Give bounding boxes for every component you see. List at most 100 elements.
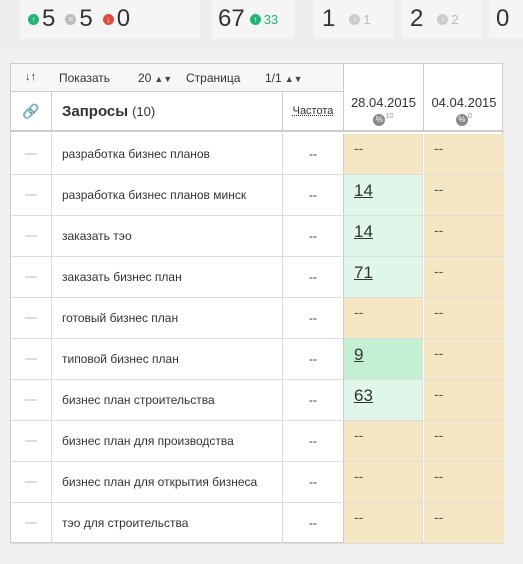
position-value: -- <box>354 140 364 156</box>
position-value: -- <box>434 222 444 238</box>
row-marker <box>11 503 52 543</box>
position-cell: 63 <box>344 380 423 420</box>
top-card-2: 2 ↑ 2 <box>402 0 482 38</box>
dash-icon <box>25 440 37 442</box>
card3-value: 1 <box>322 5 336 32</box>
badge-value: 10 <box>385 111 394 120</box>
table-row: готовый бизнес план -- -- -- <box>11 298 504 339</box>
position-cell: -- <box>424 380 504 420</box>
link-icon: 🔗 <box>22 102 40 119</box>
select-arrows-icon: ▲▼ <box>284 74 303 84</box>
stats-bar: ↑ 5 = 5 ↓ 0 67 ↑ 33 1 ↑ 1 2 ↑ 2 0 <box>0 0 523 48</box>
queries-count: (10) <box>132 103 156 119</box>
position-cell: -- <box>424 298 504 338</box>
position-link[interactable]: 14 <box>354 181 373 200</box>
dash-icon <box>25 153 37 155</box>
dash-icon <box>25 317 37 319</box>
position-cell: -- <box>424 175 504 215</box>
frequency-header[interactable]: Частота <box>283 92 344 132</box>
total-card: 67 ↑ 33 <box>212 0 294 38</box>
show-label: Показать <box>59 71 111 85</box>
frequency-cell: -- <box>283 175 344 215</box>
queries-label: Запросы <box>62 102 129 120</box>
percent-icon: % <box>455 113 468 126</box>
position-link[interactable]: 9 <box>354 345 363 364</box>
row-marker <box>11 257 52 297</box>
row-marker <box>11 421 52 461</box>
frequency-cell: -- <box>283 134 344 174</box>
table-row: бизнес план для производства -- -- -- <box>11 421 504 462</box>
row-marker <box>11 380 52 420</box>
table-row: разработка бизнес планов -- -- -- <box>11 134 504 175</box>
dash-icon <box>25 522 37 524</box>
arrow-up-icon: ↑ <box>437 13 449 25</box>
position-cell: -- <box>344 462 423 502</box>
row-marker <box>11 134 52 174</box>
frequency-cell: -- <box>283 298 344 338</box>
query-cell: бизнес план для открытия бизнеса <box>52 462 283 502</box>
queries-header: Запросы (10) <box>52 92 283 132</box>
sort-icon[interactable]: ↓↑ <box>25 71 36 83</box>
position-link[interactable]: 71 <box>354 263 373 282</box>
position-link[interactable]: 14 <box>354 222 373 241</box>
link-column-header[interactable]: 🔗 <box>11 92 52 132</box>
page-value: 1/1 <box>265 71 282 85</box>
positions-table: ↓↑ Показать 20 ▲▼ Страница 1/1 ▲▼ 🔗 Запрос… <box>10 63 504 544</box>
query-cell: разработка бизнес планов минск <box>52 175 283 215</box>
dash-icon <box>25 235 37 237</box>
frequency-cell: -- <box>283 216 344 256</box>
total-up-value: 33 <box>263 11 279 27</box>
dash-icon <box>25 194 37 196</box>
up-count: 5 <box>42 5 56 32</box>
query-cell: бизнес план строительства <box>52 380 283 420</box>
date-badge: % 10 <box>344 111 423 126</box>
down-count: 0 <box>116 5 131 32</box>
table-row: заказать бизнес план -- 71 -- <box>11 257 504 298</box>
table-row: бизнес план строительства -- 63 -- <box>11 380 504 421</box>
position-value: -- <box>354 468 364 484</box>
position-link[interactable]: 63 <box>354 386 373 405</box>
dash-icon <box>25 276 37 278</box>
per-page-select[interactable]: 20 ▲▼ <box>138 71 172 85</box>
position-value: -- <box>434 386 444 402</box>
top-card-3: 0 <box>489 0 523 38</box>
position-cell: 9 <box>344 339 423 379</box>
position-cell: -- <box>424 503 504 543</box>
position-cell: -- <box>424 339 504 379</box>
table-row: тэо для строительства -- -- -- <box>11 503 504 544</box>
position-cell: -- <box>424 134 504 174</box>
position-cell: -- <box>344 421 423 461</box>
date-column-header: 28.04.2015 % 10 <box>344 64 424 132</box>
position-cell: -- <box>344 298 423 338</box>
per-page-value: 20 <box>138 71 152 85</box>
dash-icon <box>25 399 37 401</box>
position-value: -- <box>434 181 444 197</box>
position-cell: -- <box>344 134 423 174</box>
position-change-card: ↑ 5 = 5 ↓ 0 <box>20 0 200 38</box>
row-marker <box>11 462 52 502</box>
position-value: -- <box>434 304 444 320</box>
arrow-up-icon: ↑ <box>28 13 39 25</box>
frequency-cell: -- <box>283 462 344 502</box>
table-toolbar: ↓↑ Показать 20 ▲▼ Страница 1/1 ▲▼ <box>11 64 344 92</box>
card4-delta: 2 <box>451 11 459 27</box>
dash-icon <box>25 358 37 360</box>
dash-icon <box>25 481 37 483</box>
position-value: -- <box>434 263 444 279</box>
position-cell: 71 <box>344 257 423 297</box>
frequency-cell: -- <box>283 421 344 461</box>
card4-value: 2 <box>410 5 424 32</box>
position-value: -- <box>434 427 444 443</box>
total-value: 67 <box>218 5 245 32</box>
position-cell: -- <box>424 216 504 256</box>
date-badge: % 0 <box>424 111 504 126</box>
card3-delta: 1 <box>363 11 371 27</box>
table-row: разработка бизнес планов минск -- 14 -- <box>11 175 504 216</box>
page-select[interactable]: 1/1 ▲▼ <box>265 71 303 85</box>
position-value: -- <box>434 140 444 156</box>
position-cell: -- <box>424 462 504 502</box>
card5-value: 0 <box>496 5 510 32</box>
query-cell: заказать тэо <box>52 216 283 256</box>
arrow-up-icon: ↑ <box>249 13 261 25</box>
position-value: -- <box>354 304 364 320</box>
